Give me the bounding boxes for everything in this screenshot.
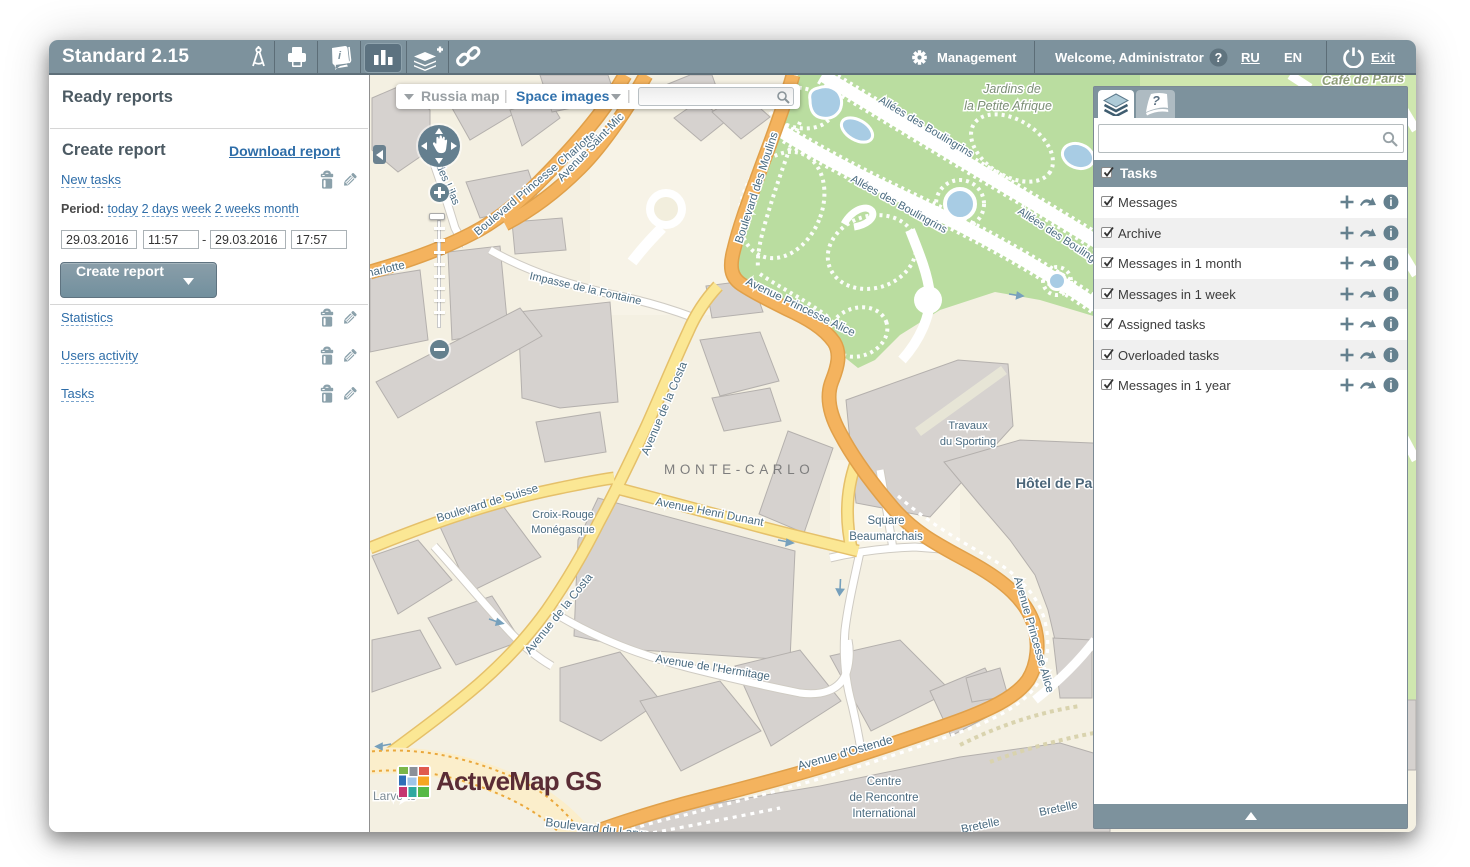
svg-text:i: i: [1389, 350, 1392, 362]
svg-text:Square: Square: [867, 515, 904, 527]
svg-text:i: i: [1389, 289, 1392, 301]
svg-text:la Petite Afrique: la Petite Afrique: [964, 99, 1052, 113]
svg-text:i: i: [1389, 380, 1392, 392]
svg-text:i: i: [1389, 319, 1392, 331]
svg-text:i: i: [1389, 197, 1392, 209]
svg-text:Croix-Rouge: Croix-Rouge: [532, 509, 594, 521]
svg-text:Centre: Centre: [867, 776, 902, 788]
svg-text:MONTE-CARLO: MONTE-CARLO: [664, 462, 814, 477]
svg-text:?: ?: [1215, 51, 1223, 65]
svg-text:Jardins de: Jardins de: [982, 82, 1041, 96]
svg-text:du Sporting: du Sporting: [940, 436, 996, 448]
svg-text:Travaux: Travaux: [948, 420, 988, 432]
svg-text:Beaumarchais: Beaumarchais: [849, 531, 923, 543]
svg-text:i: i: [1389, 258, 1392, 270]
svg-text:?: ?: [1152, 93, 1160, 108]
svg-text:de Rencontre: de Rencontre: [849, 792, 918, 804]
svg-text:Hôtel de Pa: Hôtel de Pa: [1016, 475, 1092, 491]
svg-text:Monégasque: Monégasque: [531, 524, 595, 536]
svg-text:i: i: [1389, 228, 1392, 240]
svg-text:International: International: [852, 808, 915, 820]
